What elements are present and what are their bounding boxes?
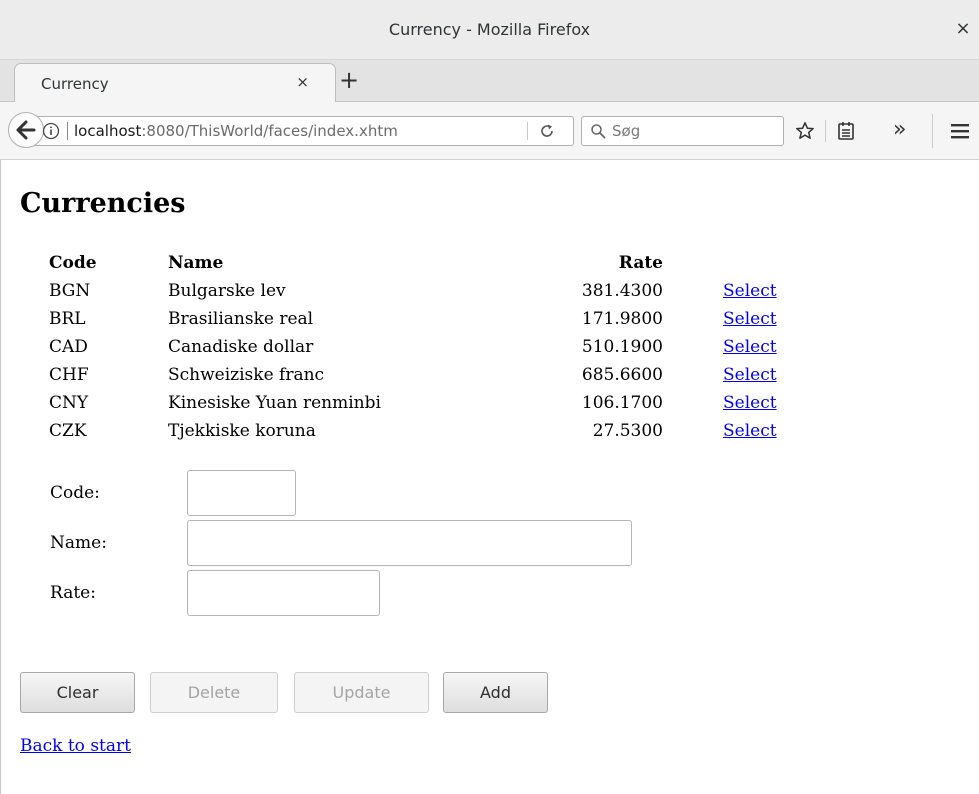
navigation-toolbar: localhost:8080/ThisWorld/faces/index.xht… bbox=[0, 102, 979, 160]
reload-separator bbox=[527, 122, 528, 140]
cell-name: Brasilianske real bbox=[168, 309, 314, 329]
rate-input[interactable] bbox=[187, 570, 380, 616]
cell-code: CNY bbox=[49, 393, 89, 413]
hamburger-menu-icon[interactable] bbox=[950, 122, 970, 140]
cell-name: Canadiske dollar bbox=[168, 337, 314, 357]
url-separator bbox=[67, 122, 68, 140]
tab-close-icon[interactable]: × bbox=[296, 73, 309, 91]
header-rate: Rate bbox=[618, 253, 663, 273]
reload-icon[interactable] bbox=[539, 123, 555, 139]
code-input[interactable] bbox=[187, 470, 296, 516]
add-button[interactable]: Add bbox=[443, 672, 548, 713]
update-button[interactable]: Update bbox=[294, 672, 429, 713]
cell-name: Tjekkiske koruna bbox=[168, 421, 316, 441]
back-button[interactable] bbox=[8, 112, 44, 148]
select-link[interactable]: Select bbox=[723, 420, 777, 442]
code-label: Code: bbox=[50, 483, 100, 503]
header-name: Name bbox=[168, 253, 224, 273]
cell-rate: 171.9800 bbox=[581, 309, 663, 329]
page-title: Currencies bbox=[20, 188, 186, 219]
info-icon[interactable] bbox=[42, 122, 60, 140]
url-host: localhost bbox=[74, 122, 142, 140]
name-label: Name: bbox=[50, 533, 107, 553]
cell-rate: 27.5300 bbox=[592, 421, 663, 441]
search-icon bbox=[591, 124, 606, 139]
url-text[interactable]: localhost:8080/ThisWorld/faces/index.xht… bbox=[74, 122, 398, 140]
reader-view-icon[interactable] bbox=[837, 121, 855, 141]
header-code: Code bbox=[49, 253, 97, 273]
back-to-start-link[interactable]: Back to start bbox=[20, 736, 131, 756]
cell-rate: 510.1900 bbox=[581, 337, 663, 357]
tab-strip: Currency × + bbox=[0, 60, 979, 102]
rate-label: Rate: bbox=[50, 583, 96, 603]
select-link[interactable]: Select bbox=[723, 308, 777, 330]
cell-code: CZK bbox=[49, 421, 87, 441]
back-arrow-icon bbox=[16, 120, 36, 140]
select-link[interactable]: Select bbox=[723, 364, 777, 386]
page-content: Currencies Code Name Rate BGN Bulgarske … bbox=[0, 160, 979, 794]
toolbar-separator bbox=[825, 120, 826, 142]
select-link[interactable]: Select bbox=[723, 336, 777, 358]
name-input[interactable] bbox=[187, 520, 632, 566]
toolbar-separator bbox=[932, 114, 933, 148]
overflow-menu-icon[interactable]: » bbox=[893, 117, 906, 142]
select-link[interactable]: Select bbox=[723, 392, 777, 414]
window-title: Currency - Mozilla Firefox bbox=[388, 20, 591, 39]
clear-button[interactable]: Clear bbox=[20, 672, 135, 713]
delete-button[interactable]: Delete bbox=[150, 672, 278, 713]
tab-label: Currency bbox=[41, 75, 109, 93]
cell-code: BRL bbox=[49, 309, 86, 329]
tab-currency[interactable]: Currency × bbox=[14, 63, 336, 102]
search-placeholder: Søg bbox=[612, 122, 641, 140]
search-box[interactable]: Søg bbox=[581, 116, 784, 146]
cell-name: Schweiziske franc bbox=[168, 365, 325, 385]
cell-rate: 381.4300 bbox=[581, 281, 663, 301]
cell-code: CHF bbox=[49, 365, 89, 385]
bookmark-star-icon[interactable] bbox=[795, 121, 815, 141]
window-close-button[interactable]: × bbox=[953, 18, 973, 40]
select-link[interactable]: Select bbox=[723, 280, 777, 302]
cell-code: CAD bbox=[49, 337, 88, 357]
cell-rate: 106.1700 bbox=[581, 393, 663, 413]
cell-name: Bulgarske lev bbox=[168, 281, 286, 301]
window-titlebar: Currency - Mozilla Firefox × bbox=[0, 0, 979, 60]
cell-rate: 685.6600 bbox=[581, 365, 663, 385]
cell-name: Kinesiske Yuan renminbi bbox=[168, 393, 381, 413]
cell-code: BGN bbox=[49, 281, 91, 301]
new-tab-button[interactable]: + bbox=[336, 68, 362, 94]
url-path: :8080/ThisWorld/faces/index.xhtm bbox=[141, 122, 398, 140]
